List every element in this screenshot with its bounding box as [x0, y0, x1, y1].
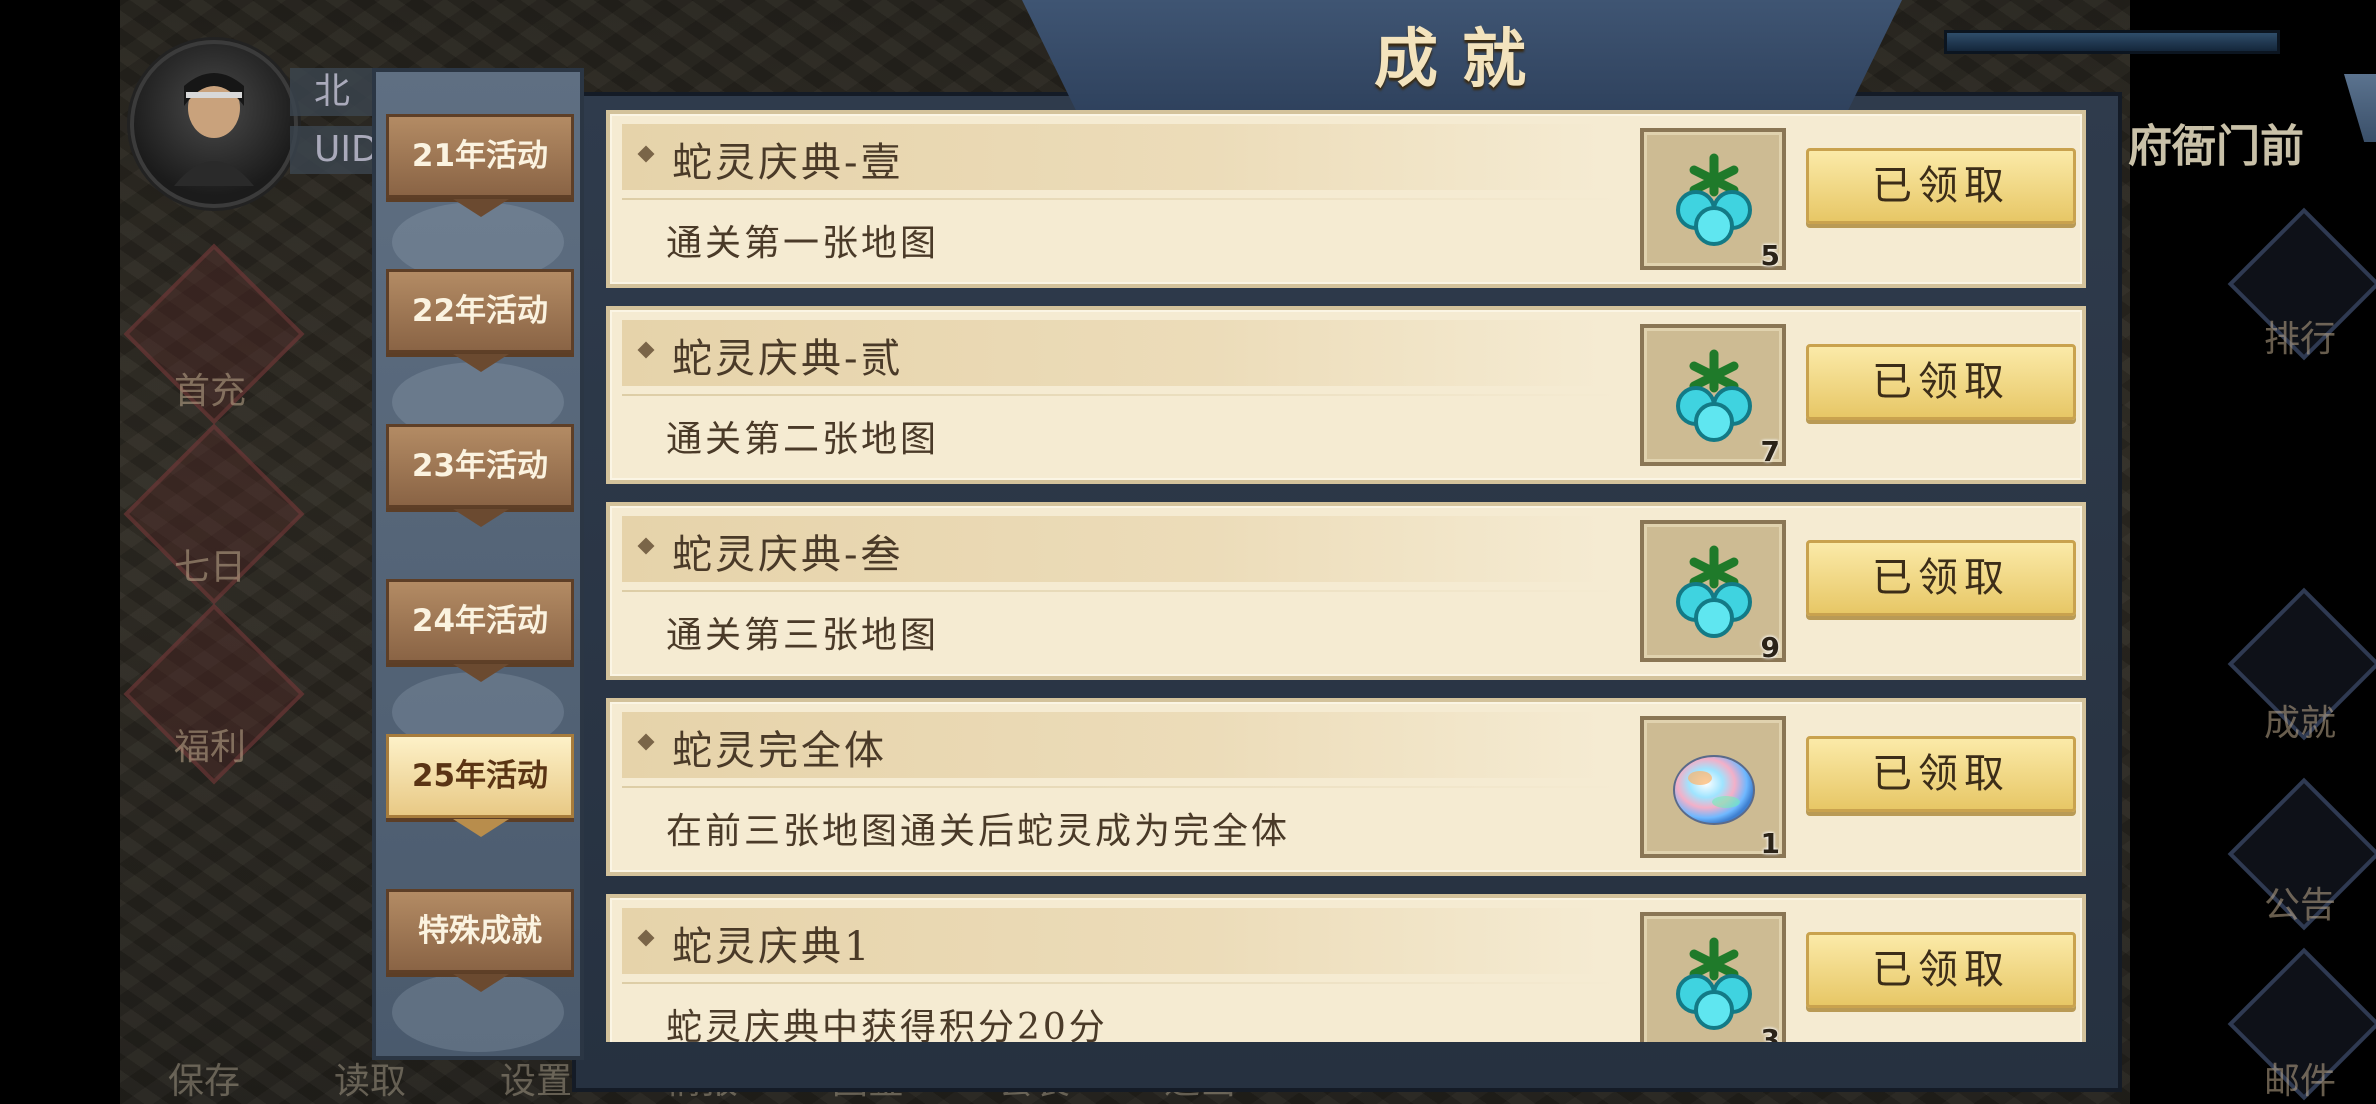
achievement-row: 蛇灵完全体 在前三张地图通关后蛇灵成为完全体 1 已领取	[606, 698, 2086, 876]
jade-cloud-icon	[1676, 153, 1752, 246]
jade-cloud-icon	[1676, 545, 1752, 638]
tab-sidebar: 21年活动 22年活动 23年活动 24年活动 25年活动 特殊成就	[372, 68, 584, 1060]
claimed-button[interactable]: 已领取	[1806, 148, 2076, 224]
achievement-title: 蛇灵庆典-壹	[672, 140, 904, 186]
tab-2025-events[interactable]: 25年活动	[386, 734, 574, 837]
close-button[interactable]: ✕	[2344, 74, 2376, 142]
reward-slot[interactable]: 3	[1640, 912, 1786, 1042]
location-label: 府衙门前	[2128, 121, 2304, 172]
reward-count: 5	[1760, 239, 1780, 272]
achievement-description: 在前三张地图通关后蛇灵成为完全体	[666, 811, 1291, 852]
reward-slot[interactable]: 7	[1640, 324, 1786, 468]
left-menu-label-seven-day[interactable]: 七日	[150, 538, 270, 590]
reward-slot[interactable]: 9	[1640, 520, 1786, 664]
top-right-status-bar	[1944, 30, 2280, 54]
claimed-button[interactable]: 已领取	[1806, 932, 2076, 1008]
tab-2022-events[interactable]: 22年活动	[386, 269, 574, 372]
row-divider	[622, 198, 1622, 200]
achievement-list[interactable]: 蛇灵庆典-壹 通关第一张地图 5 已领取 蛇灵庆典-贰 通关第二张地图 7 已领…	[606, 110, 2086, 1042]
claimed-button[interactable]: 已领取	[1806, 540, 2076, 616]
reward-count: 3	[1760, 1023, 1780, 1042]
achievement-row: 蛇灵庆典-叁 通关第三张地图 9 已领取	[606, 502, 2086, 680]
row-divider	[622, 982, 1622, 984]
right-menu-label-achievement[interactable]: 成就	[2240, 694, 2360, 746]
right-menu-label-mail[interactable]: 邮件	[2240, 1052, 2360, 1104]
right-menu-label-notice[interactable]: 公告	[2240, 876, 2360, 928]
opal-gem-icon	[1673, 755, 1755, 825]
achievement-title: 蛇灵完全体	[672, 728, 887, 774]
tab-2024-events[interactable]: 24年活动	[386, 579, 574, 682]
reward-count: 1	[1760, 827, 1780, 860]
jade-cloud-icon	[1676, 349, 1752, 442]
jade-cloud-icon	[1676, 937, 1752, 1030]
achievement-title: 蛇灵庆典-叁	[672, 532, 904, 578]
row-divider	[622, 786, 1622, 788]
right-menu-label-ranking[interactable]: 排行	[2240, 310, 2360, 362]
reward-slot[interactable]: 5	[1640, 128, 1786, 272]
player-avatar[interactable]	[130, 40, 298, 208]
avatar-portrait-icon	[174, 73, 254, 186]
claimed-button[interactable]: 已领取	[1806, 736, 2076, 812]
row-divider	[622, 590, 1622, 592]
achievement-title: 蛇灵庆典-贰	[672, 336, 904, 382]
tab-special-achievements[interactable]: 特殊成就	[386, 889, 574, 992]
achievement-description: 通关第三张地图	[666, 615, 940, 656]
achievement-row: 蛇灵庆典-壹 通关第一张地图 5 已领取	[606, 110, 2086, 288]
bottom-menu-save[interactable]: 保存	[168, 1052, 240, 1104]
reward-slot[interactable]: 1	[1640, 716, 1786, 860]
achievement-row: 蛇灵庆典1 蛇灵庆典中获得积分20分 3 已领取	[606, 894, 2086, 1042]
reward-count: 7	[1760, 435, 1780, 468]
claimed-button[interactable]: 已领取	[1806, 344, 2076, 420]
achievement-description: 通关第二张地图	[666, 419, 940, 460]
tab-2023-events[interactable]: 23年活动	[386, 424, 574, 527]
dialog-title: 成就	[1374, 22, 1550, 97]
left-menu-label-welfare[interactable]: 福利	[150, 718, 270, 770]
row-divider	[622, 394, 1622, 396]
tab-2021-events[interactable]: 21年活动	[386, 114, 574, 217]
achievement-title: 蛇灵庆典1	[672, 924, 873, 970]
reward-count: 9	[1760, 631, 1780, 664]
achievement-description: 通关第一张地图	[666, 223, 940, 264]
achievement-row: 蛇灵庆典-贰 通关第二张地图 7 已领取	[606, 306, 2086, 484]
achievement-description: 蛇灵庆典中获得积分20分	[666, 1007, 1108, 1042]
left-menu-label-first-recharge[interactable]: 首充	[150, 362, 270, 414]
